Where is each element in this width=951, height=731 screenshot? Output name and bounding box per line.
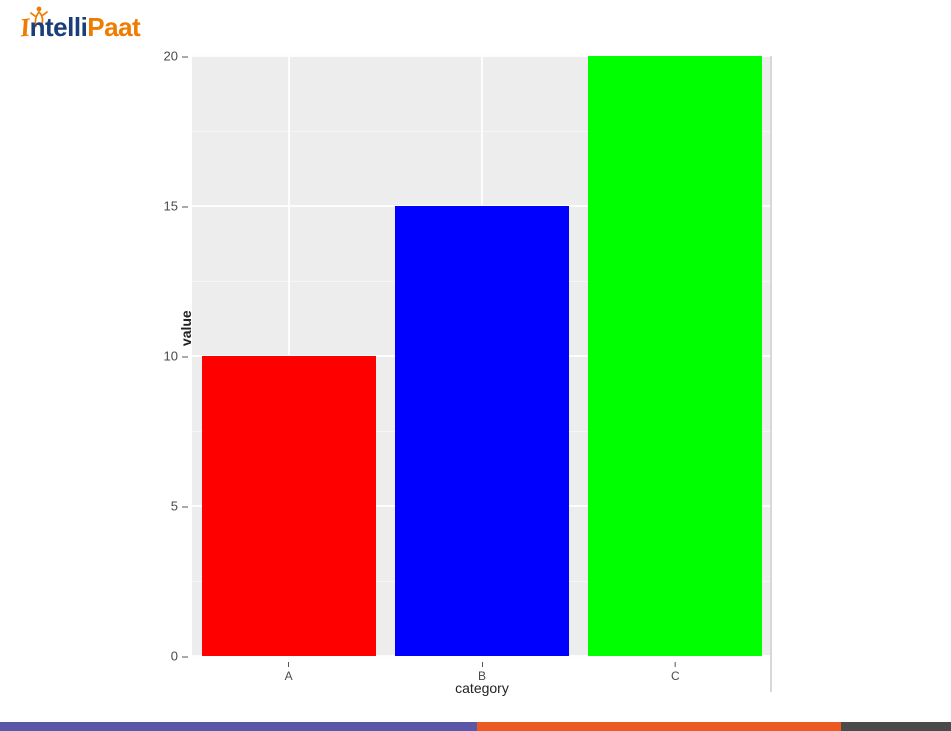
y-tick-label: 5 xyxy=(171,499,188,514)
logo-text-2: Paat xyxy=(87,12,140,42)
x-tick-label: A xyxy=(285,662,293,683)
bar-C xyxy=(588,56,762,656)
y-axis-title: value xyxy=(178,310,194,346)
logo-text-1: ntelli xyxy=(30,12,88,42)
plot-panel: value xyxy=(192,56,772,656)
brand-logo: IntelliPaat xyxy=(20,12,140,43)
footer-stripe xyxy=(0,722,951,731)
panel-right-border xyxy=(770,56,772,692)
x-tick-label: C xyxy=(671,662,680,683)
y-tick-label: 10 xyxy=(164,349,188,364)
x-tick-label: B xyxy=(478,662,486,683)
bar-chart: value category 05101520ABC xyxy=(158,56,772,692)
y-tick-label: 0 xyxy=(171,649,188,664)
bar-A xyxy=(202,356,376,656)
bar-B xyxy=(395,206,569,656)
y-tick-label: 15 xyxy=(164,199,188,214)
y-tick-label: 20 xyxy=(164,49,188,64)
